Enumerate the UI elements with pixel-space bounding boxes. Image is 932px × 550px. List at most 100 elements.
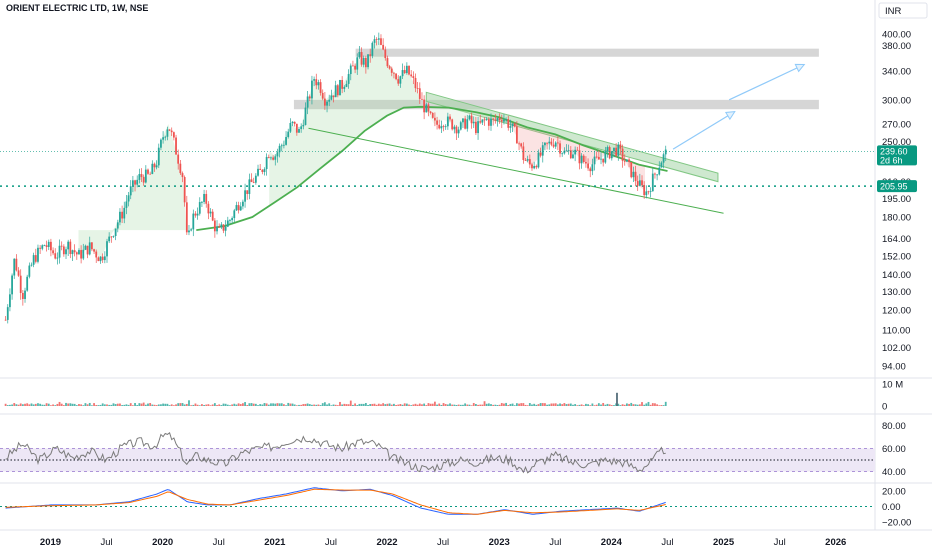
- support-price-tag[interactable]: 205.95: [877, 180, 917, 193]
- time-tick-label: Jul: [774, 537, 786, 548]
- candle: [157, 147, 160, 166]
- candle: [147, 169, 149, 174]
- candle: [222, 224, 225, 231]
- volume-bar: [328, 403, 331, 406]
- candle: [457, 129, 460, 134]
- candle: [315, 79, 318, 86]
- candle: [544, 142, 546, 146]
- volume-bar: [373, 403, 376, 406]
- candle: [142, 177, 145, 183]
- candle: [88, 242, 91, 255]
- candle: [595, 156, 598, 158]
- volume-bar: [399, 404, 402, 406]
- time-tick-label: 2025: [713, 537, 735, 548]
- candle: [267, 156, 270, 158]
- candle: [233, 210, 236, 219]
- candle: [362, 57, 365, 65]
- last-price-tag[interactable]: 239.602d 6h: [877, 145, 917, 166]
- volume-bar: [509, 403, 512, 406]
- volume-bar: [390, 404, 393, 406]
- volume-bar: [250, 403, 253, 406]
- volume-bar: [621, 404, 624, 406]
- volume-bar: [587, 404, 589, 406]
- candle: [231, 218, 234, 221]
- candle: [116, 222, 119, 229]
- candle: [481, 119, 484, 123]
- candle: [651, 173, 654, 192]
- candle: [440, 126, 443, 129]
- candle: [591, 164, 594, 172]
- volume-bar: [304, 403, 307, 406]
- volume-bar: [192, 404, 195, 406]
- volume-bar: [526, 405, 529, 406]
- candle: [617, 144, 620, 156]
- time-axis[interactable]: 2019 Jul 2020 Jul 2021 Jul 2022 Jul 2023 Jul 2024 J…: [40, 537, 846, 548]
- candle: [136, 179, 139, 185]
- candle: [559, 143, 561, 154]
- candle: [21, 292, 24, 299]
- volume-bar: [610, 405, 613, 406]
- candle: [494, 119, 497, 121]
- candle: [356, 57, 359, 70]
- volume-bar: [278, 403, 281, 406]
- volume-bar: [78, 404, 80, 406]
- time-tick-label: 2022: [376, 537, 397, 548]
- volume-bar: [201, 404, 203, 406]
- candle: [209, 211, 212, 214]
- volume-bar: [444, 404, 447, 406]
- volume-bar: [600, 404, 602, 406]
- candle: [360, 52, 363, 65]
- candle: [388, 66, 391, 69]
- price-tick-label: 164.00: [882, 234, 911, 245]
- candle: [401, 70, 404, 77]
- candle: [660, 162, 663, 168]
- volume-bar: [6, 405, 9, 406]
- candle: [276, 152, 279, 157]
- volume-bar: [110, 404, 113, 406]
- candle: [110, 236, 113, 238]
- volume-bar: [481, 404, 484, 406]
- candle: [24, 290, 26, 299]
- candle: [522, 146, 525, 160]
- volume-bar: [451, 404, 454, 406]
- candle: [477, 121, 479, 134]
- volume-bar: [319, 405, 322, 406]
- volume-bar: [518, 403, 520, 406]
- candle: [287, 131, 290, 138]
- volume-bar: [274, 403, 277, 406]
- volume-bar: [185, 403, 188, 406]
- volume-bar: [382, 403, 385, 406]
- candle: [399, 76, 402, 84]
- candle: [332, 95, 335, 98]
- volume-bar: [660, 405, 663, 406]
- volume-bar: [175, 404, 177, 406]
- currency-badge[interactable]: INR: [878, 2, 928, 19]
- candle: [188, 230, 190, 233]
- volume-bar: [30, 403, 33, 406]
- candle: [65, 249, 67, 255]
- candle: [606, 147, 609, 152]
- volume-bar: [272, 403, 275, 406]
- candle: [483, 119, 486, 121]
- candle: [490, 118, 492, 126]
- candle: [224, 226, 227, 231]
- volume-bar: [315, 404, 318, 406]
- time-tick-label: Jul: [213, 537, 225, 548]
- volume-bar: [326, 404, 328, 406]
- candle: [386, 58, 389, 67]
- volume-bar: [157, 404, 160, 406]
- volume-bar: [556, 404, 559, 406]
- volume-bar: [494, 404, 497, 406]
- volume-bar: [597, 403, 600, 406]
- resistance-zone[interactable]: [355, 48, 819, 57]
- candle: [50, 241, 52, 251]
- candle: [144, 169, 147, 183]
- candle: [302, 124, 305, 127]
- candle: [291, 121, 294, 124]
- volume-bar: [276, 403, 279, 406]
- volume-bar: [546, 404, 548, 406]
- candle: [242, 201, 244, 207]
- volume-bar: [500, 403, 503, 406]
- chart-canvas[interactable]: 440.00400.00380.00340.00300.00270.00250.…: [0, 0, 932, 550]
- candle: [507, 119, 510, 128]
